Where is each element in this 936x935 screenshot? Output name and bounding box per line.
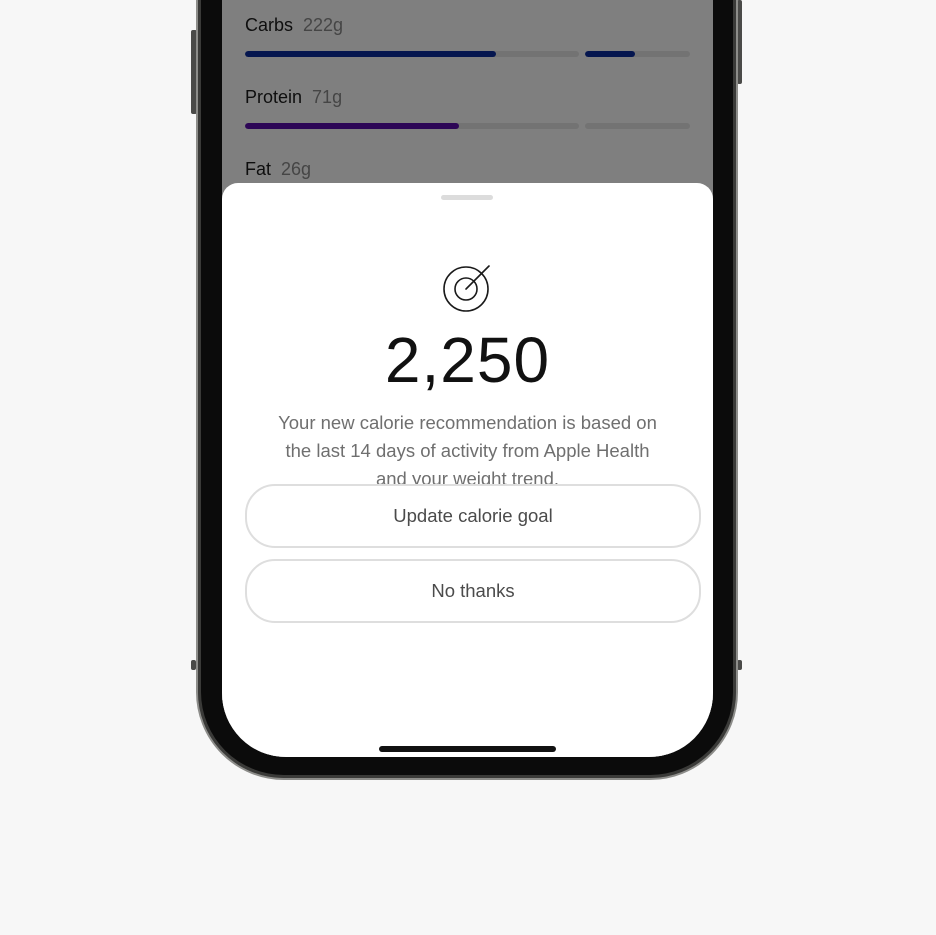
recommendation-description: Your new calorie recommendation is based… bbox=[278, 412, 657, 489]
target-icon bbox=[443, 265, 490, 312]
update-calorie-goal-button[interactable]: Update calorie goal bbox=[245, 484, 701, 548]
phone-frame: Carbs222g Protein71g bbox=[196, 0, 738, 780]
calorie-recommendation-sheet: 2,250 Your new calorie recommendation is… bbox=[222, 183, 713, 757]
home-indicator[interactable] bbox=[379, 746, 556, 752]
phone-screen: Carbs222g Protein71g bbox=[222, 0, 713, 757]
recommended-calories: 2,250 bbox=[384, 324, 551, 396]
no-thanks-button[interactable]: No thanks bbox=[245, 559, 701, 623]
sheet-grabber[interactable] bbox=[441, 195, 493, 200]
